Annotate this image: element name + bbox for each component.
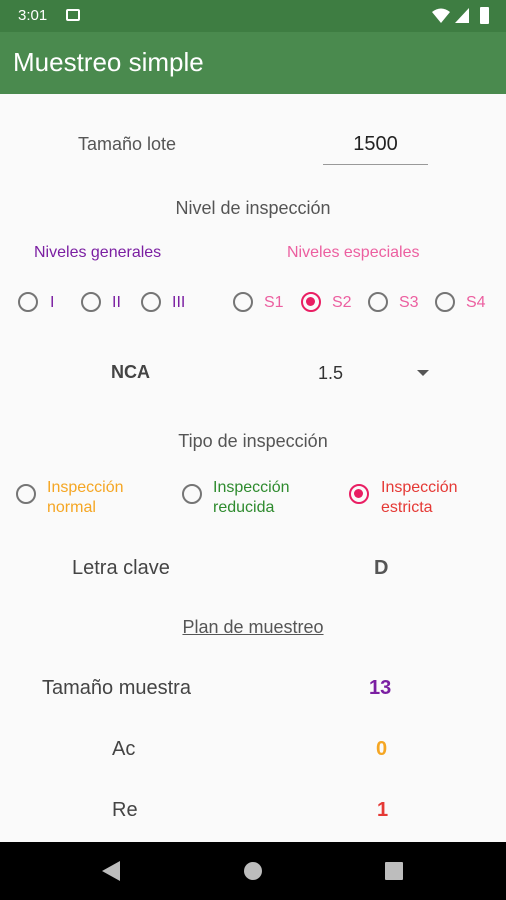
inspection-normal-label-2: normal	[47, 499, 96, 516]
radio-icon	[233, 292, 253, 312]
nca-dropdown[interactable]: 1.5	[300, 356, 440, 390]
dropdown-arrow-icon	[417, 370, 429, 376]
general-levels-title: Niveles generales	[34, 244, 162, 261]
radio-checked-icon	[301, 292, 321, 312]
radio-icon	[182, 484, 202, 504]
inspection-reduced-label-1: Inspección	[213, 479, 290, 496]
nca-label: NCA	[111, 362, 150, 382]
inspection-strict-label-1: Inspección	[381, 479, 458, 496]
radio-icon	[16, 484, 36, 504]
special-levels-title: Niveles especiales	[287, 244, 420, 261]
inspection-strict-label-2: estricta	[381, 499, 433, 516]
re-value: 1	[377, 799, 389, 821]
radio-checked-icon	[349, 484, 369, 504]
radio-icon	[81, 292, 101, 312]
sampling-plan-title: Plan de muestreo	[182, 617, 324, 637]
key-letter-value: D	[374, 557, 389, 579]
radio-icon	[368, 292, 388, 312]
ac-label: Ac	[112, 738, 136, 760]
inspection-normal-label-1: Inspección	[47, 479, 124, 496]
radio-inspection-strict[interactable]: Inspección estricta	[349, 478, 499, 520]
notification-icon	[66, 9, 80, 21]
radio-icon	[141, 292, 161, 312]
lot-size-input[interactable]: 1500	[323, 128, 428, 165]
status-time: 3:01	[18, 7, 48, 24]
sample-size-label: Tamaño muestra	[42, 677, 191, 699]
radio-inspection-normal[interactable]: Inspección normal	[16, 478, 166, 520]
radio-icon	[18, 292, 38, 312]
back-icon[interactable]	[102, 861, 120, 881]
radio-inspection-reduced[interactable]: Inspección reducida	[182, 478, 332, 520]
home-icon[interactable]	[244, 862, 262, 880]
sample-size-value: 13	[369, 677, 392, 699]
key-letter-label: Letra clave	[72, 557, 170, 579]
status-bar: 3:01	[0, 0, 506, 32]
wifi-icon	[432, 8, 450, 23]
ac-value: 0	[376, 738, 388, 760]
nca-value: 1.5	[318, 363, 344, 383]
inspection-level-title: Nivel de inspección	[175, 198, 331, 218]
battery-icon	[480, 7, 489, 24]
recents-icon[interactable]	[385, 862, 403, 880]
re-label: Re	[112, 799, 138, 821]
lot-size-label: Tamaño lote	[78, 134, 177, 154]
app-title: Muestreo simple	[13, 47, 204, 77]
radio-icon	[435, 292, 455, 312]
navigation-bar	[0, 842, 506, 900]
signal-icon	[455, 8, 469, 23]
inspection-reduced-label-2: reducida	[213, 499, 275, 516]
app-bar: Muestreo simple	[0, 32, 506, 94]
inspection-type-title: Tipo de inspección	[178, 431, 328, 451]
